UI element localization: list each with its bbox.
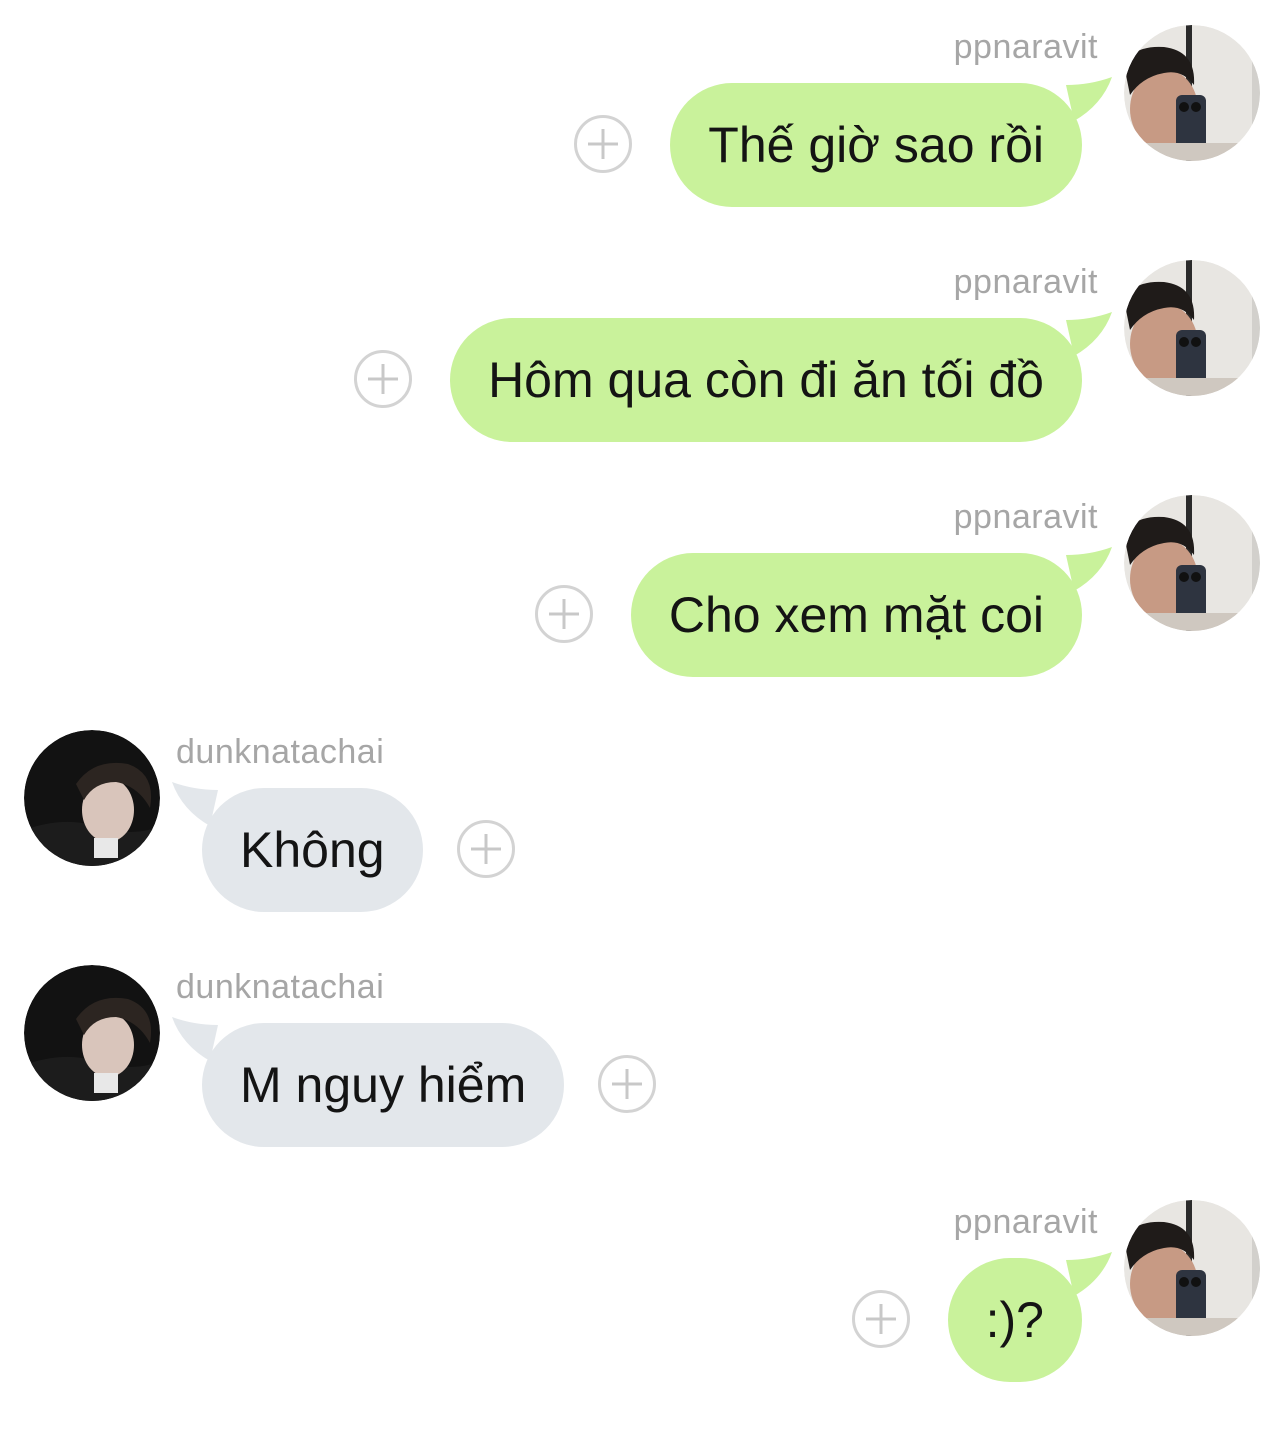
message-bubble[interactable]: :)?	[851, 1252, 1112, 1382]
plus-circle-icon[interactable]	[354, 350, 413, 408]
bubble-tail	[1066, 547, 1112, 591]
message-bubble-wrap: M nguy hiểm	[172, 1017, 657, 1147]
sender-username: dunknatachai	[176, 733, 385, 771]
plus-circle-icon[interactable]	[574, 115, 633, 173]
plus-circle-icon[interactable]	[598, 1055, 657, 1113]
message-bubble-wrap: Hôm qua còn đi ăn tối đồ	[354, 312, 1112, 442]
message-bubble[interactable]: Không	[172, 782, 515, 912]
sender-username: dunknatachai	[176, 968, 385, 1006]
avatar[interactable]	[1124, 25, 1260, 161]
message-text: Thế giờ sao rồi	[708, 117, 1044, 173]
plus-circle-icon[interactable]	[851, 1290, 910, 1348]
sender-username: ppnaravit	[953, 1203, 1098, 1241]
plus-circle-icon[interactable]	[534, 585, 593, 643]
sender-username: ppnaravit	[953, 498, 1098, 536]
bubble-tail	[1066, 1252, 1112, 1296]
avatar[interactable]	[1124, 260, 1260, 396]
message-text: Không	[240, 822, 385, 878]
message-bubble[interactable]: Hôm qua còn đi ăn tối đồ	[354, 312, 1112, 442]
avatar[interactable]	[1124, 1200, 1260, 1336]
message-bubble-wrap: Cho xem mặt coi	[534, 547, 1112, 677]
avatar[interactable]	[1124, 495, 1260, 631]
message-row: ppnaravit Thế giờ sao rồi	[0, 25, 1284, 260]
message-row: dunknatachai M nguy hiểm	[0, 965, 1284, 1200]
avatar[interactable]	[24, 965, 160, 1101]
bubble-tail	[172, 782, 218, 826]
message-row: dunknatachai Không	[0, 730, 1284, 965]
message-bubble-wrap: Không	[172, 782, 515, 912]
sender-username: ppnaravit	[953, 263, 1098, 301]
message-text: Hôm qua còn đi ăn tối đồ	[488, 352, 1044, 408]
message-row: ppnaravit Cho xem mặt coi	[0, 495, 1284, 730]
message-row: ppnaravit :)?	[0, 1200, 1284, 1435]
message-text: M nguy hiểm	[240, 1057, 527, 1113]
message-text: Cho xem mặt coi	[668, 587, 1044, 643]
bubble-tail	[172, 1017, 218, 1061]
message-bubble-wrap: :)?	[851, 1252, 1112, 1382]
bubble-tail	[1066, 312, 1112, 356]
message-row: ppnaravit Hôm qua còn đi ăn tối đồ	[0, 260, 1284, 495]
avatar[interactable]	[24, 730, 160, 866]
sender-username: ppnaravit	[953, 28, 1098, 66]
plus-circle-icon[interactable]	[456, 820, 515, 878]
bubble-tail	[1066, 77, 1112, 121]
message-bubble-wrap: Thế giờ sao rồi	[574, 77, 1112, 207]
message-bubble[interactable]: M nguy hiểm	[172, 1017, 657, 1147]
message-bubble[interactable]: Thế giờ sao rồi	[574, 77, 1112, 207]
message-text: :)?	[985, 1292, 1044, 1348]
message-bubble[interactable]: Cho xem mặt coi	[534, 547, 1112, 677]
